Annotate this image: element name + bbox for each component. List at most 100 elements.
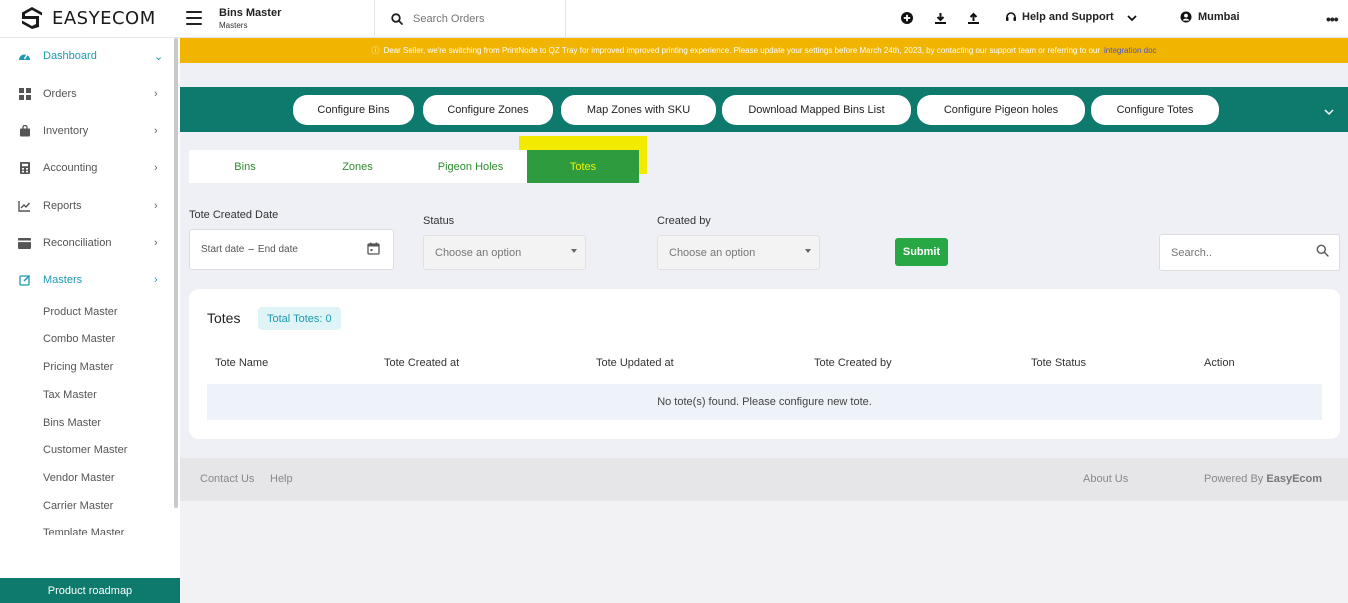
footer: Contact Us Help About Us Powered By Easy… <box>180 458 1348 501</box>
help-link[interactable]: Help <box>270 473 293 485</box>
sidebar-subitem-vendor-master[interactable]: Vendor Master <box>43 472 115 484</box>
line-chart-icon <box>18 200 31 213</box>
sidebar-item-inventory[interactable]: Inventory › <box>0 118 176 144</box>
orders-grid-icon <box>18 88 31 101</box>
powered-by: Powered By EasyEcom <box>1204 473 1322 485</box>
tab-zones[interactable]: Zones <box>301 150 414 183</box>
easyecom-logo-icon <box>22 7 42 29</box>
calendar-icon[interactable] <box>367 242 380 258</box>
sidebar-item-reconciliation[interactable]: Reconciliation › <box>0 230 176 256</box>
empty-table-row: No tote(s) found. Please configure new t… <box>207 384 1322 420</box>
sidebar-item-label: Inventory <box>43 125 89 137</box>
sidebar-item-reports[interactable]: Reports › <box>0 193 176 219</box>
status-selected-value: Choose an option <box>435 246 522 259</box>
map-zones-with-sku-button[interactable]: Map Zones with SKU <box>561 95 716 125</box>
configure-pigeon-holes-button[interactable]: Configure Pigeon holes <box>917 95 1085 125</box>
end-date-input[interactable]: End date <box>258 244 298 255</box>
sidebar-subitem-product-master[interactable]: Product Master <box>43 306 118 318</box>
card-icon <box>18 237 31 250</box>
total-totes-badge: Total Totes: 0 <box>258 307 341 330</box>
chevron-down-icon[interactable] <box>1324 103 1334 121</box>
menu-toggle-icon[interactable] <box>186 11 202 25</box>
tab-totes[interactable]: Totes <box>527 150 639 183</box>
page-breadcrumb: Masters <box>219 21 248 30</box>
powered-by-prefix: Powered By <box>1204 473 1264 485</box>
tab-pigeon-holes[interactable]: Pigeon Holes <box>414 150 527 183</box>
sidebar-subitem-bins-master[interactable]: Bins Master <box>43 417 101 429</box>
info-icon: ⓘ <box>371 46 380 55</box>
sidebar-subitem-customer-master[interactable]: Customer Master <box>43 444 127 456</box>
created-by-selected-value: Choose an option <box>669 246 756 259</box>
page-title: Bins Master <box>219 7 282 19</box>
sidebar-clip: Template Master <box>0 526 176 535</box>
start-date-input[interactable]: Start date <box>201 244 244 255</box>
user-menu[interactable]: Mumbai <box>1180 11 1240 23</box>
add-circle-icon[interactable] <box>900 11 914 25</box>
tab-bins[interactable]: Bins <box>189 150 301 183</box>
chevron-down-icon[interactable] <box>1126 11 1138 29</box>
chevron-right-icon: › <box>154 200 158 212</box>
totes-panel: Totes Total Totes: 0 Tote Name Tote Crea… <box>189 289 1340 439</box>
sidebar-subitem-template-master[interactable]: Template Master <box>43 527 124 535</box>
chevron-right-icon: › <box>154 274 158 286</box>
tote-search-input[interactable] <box>1171 246 1301 259</box>
chevron-right-icon: › <box>154 88 158 100</box>
about-us-link[interactable]: About Us <box>1083 473 1128 485</box>
submit-button[interactable]: Submit <box>895 238 948 266</box>
sidebar-item-orders[interactable]: Orders › <box>0 81 176 107</box>
sidebar: Dashboard ⌄ Orders › Inventory › Account… <box>0 38 180 603</box>
integration-doc-link[interactable]: integration doc <box>1104 46 1156 55</box>
contact-us-link[interactable]: Contact Us <box>200 473 254 485</box>
notice-text: Dear Seller, we're switching from PrintN… <box>383 46 1101 55</box>
column-header-action: Action <box>1204 357 1235 369</box>
caret-down-icon <box>571 249 577 253</box>
caret-down-icon <box>805 249 811 253</box>
sidebar-item-label: Reconciliation <box>43 237 112 249</box>
column-header-tote-created-by: Tote Created by <box>814 357 892 369</box>
brand-logo[interactable]: EASYECOM <box>20 6 156 30</box>
sidebar-subitem-combo-master[interactable]: Combo Master <box>43 333 115 345</box>
column-header-tote-status: Tote Status <box>1031 357 1087 369</box>
upload-icon[interactable] <box>966 11 980 25</box>
column-header-tote-name: Tote Name <box>215 357 269 369</box>
created-by-select[interactable]: Choose an option <box>657 235 820 270</box>
status-label: Status <box>423 215 455 227</box>
calculator-icon <box>18 162 31 175</box>
download-mapped-bins-button[interactable]: Download Mapped Bins List <box>722 95 911 125</box>
sidebar-item-label: Dashboard <box>43 50 97 62</box>
sidebar-item-masters[interactable]: Masters › <box>0 267 176 293</box>
tote-search <box>1159 234 1340 271</box>
chevron-right-icon: › <box>154 162 158 174</box>
bins-action-bar: Configure Bins Configure Zones Map Zones… <box>180 87 1348 132</box>
column-header-tote-updated-at: Tote Updated at <box>596 357 674 369</box>
headset-icon <box>1006 12 1016 21</box>
sidebar-subitem-pricing-master[interactable]: Pricing Master <box>43 361 113 373</box>
sidebar-subitem-tax-master[interactable]: Tax Master <box>43 389 97 401</box>
order-search-input[interactable] <box>413 13 553 25</box>
sidebar-item-accounting[interactable]: Accounting › <box>0 155 176 181</box>
configure-totes-button[interactable]: Configure Totes <box>1091 95 1219 125</box>
page-bottom-area <box>180 501 1348 603</box>
product-roadmap-button[interactable]: Product roadmap <box>0 578 180 603</box>
configure-bins-button[interactable]: Configure Bins <box>293 95 414 125</box>
user-avatar-icon <box>1180 11 1192 23</box>
created-by-label: Created by <box>657 215 711 227</box>
tote-created-date-label: Tote Created Date <box>189 209 279 221</box>
configure-zones-button[interactable]: Configure Zones <box>423 95 553 125</box>
chevron-right-icon: › <box>154 125 158 137</box>
sidebar-item-label: Accounting <box>43 162 98 174</box>
help-and-support-button[interactable]: Help and Support <box>1005 11 1114 23</box>
totes-title: Totes <box>207 310 241 326</box>
column-header-tote-created-at: Tote Created at <box>384 357 460 369</box>
sidebar-subitem-carrier-master[interactable]: Carrier Master <box>43 500 113 512</box>
date-range-picker[interactable]: Start date – End date <box>189 229 394 270</box>
chevron-down-icon: ⌄ <box>154 50 164 63</box>
search-icon[interactable] <box>1316 244 1329 262</box>
more-options-icon[interactable]: ••• <box>1326 11 1339 27</box>
chevron-right-icon: › <box>154 237 158 249</box>
page-heading: Bins Master Masters <box>219 7 281 30</box>
sidebar-item-dashboard[interactable]: Dashboard ⌄ <box>0 43 176 69</box>
status-select[interactable]: Choose an option <box>423 235 586 270</box>
download-icon[interactable] <box>933 11 947 25</box>
dashboard-gauge-icon <box>18 50 31 63</box>
